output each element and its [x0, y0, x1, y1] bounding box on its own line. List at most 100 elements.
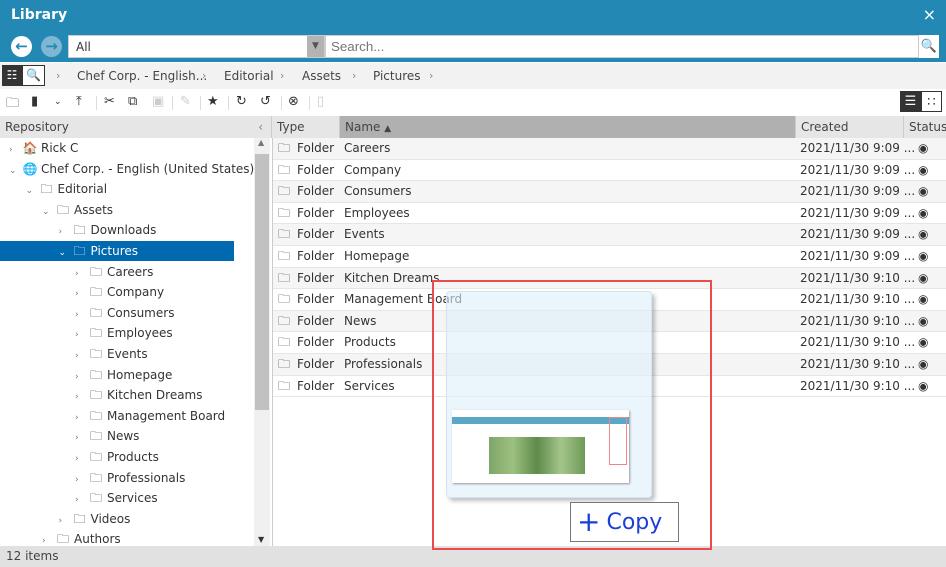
expand-chevron-icon[interactable]: ›	[75, 490, 85, 510]
type-filter-select[interactable]: All ▼	[68, 35, 325, 58]
search-mode-button[interactable]: 🔍	[22, 65, 45, 86]
home-icon: 🏠	[22, 141, 38, 155]
tree-node[interactable]: ⌄ 🗀 Assets	[0, 200, 234, 220]
table-row[interactable]: 🗀 Folder Careers 2021/11/30 9:09 ... ◉	[273, 138, 946, 160]
table-row[interactable]: 🗀 Folder Events 2021/11/30 9:09 ... ◉	[273, 224, 946, 246]
breadcrumb-item[interactable]: Chef Corp. - English...	[77, 69, 207, 83]
name-cell: Homepage	[344, 249, 410, 263]
column-name[interactable]: Name ▲	[340, 116, 796, 138]
tree-node[interactable]: › 🗀 Employees	[0, 323, 234, 343]
expand-chevron-icon[interactable]: ›	[75, 408, 85, 428]
new-content-icon[interactable]: ▮	[31, 94, 38, 109]
expand-chevron-icon[interactable]: ›	[59, 222, 69, 242]
search-input[interactable]	[325, 35, 919, 58]
chevron-down-icon[interactable]: ⌄	[54, 97, 62, 107]
tree-node[interactable]: ⌄ 🗀 Pictures	[0, 241, 234, 261]
expand-chevron-icon[interactable]: ›	[75, 387, 85, 407]
tree-node[interactable]: › 🗀 Authors	[0, 529, 234, 546]
column-status[interactable]: Status	[904, 116, 946, 138]
divider	[96, 96, 97, 110]
expand-chevron-icon[interactable]: ›	[75, 284, 85, 304]
table-row[interactable]: 🗀 Folder Employees 2021/11/30 9:09 ... ◉	[273, 203, 946, 225]
expand-chevron-icon[interactable]: ›	[75, 428, 85, 448]
expand-chevron-icon[interactable]: ›	[75, 264, 85, 284]
folder-icon: 🗀	[89, 491, 102, 506]
cut-icon[interactable]: ✂	[104, 94, 115, 109]
breadcrumb-item[interactable]: Editorial	[224, 69, 274, 83]
expand-chevron-icon[interactable]: ›	[59, 511, 69, 531]
plus-icon: +	[577, 505, 601, 538]
site-icon: 🗀	[40, 182, 53, 197]
tree-node[interactable]: ⌄ 🗀 Editorial	[0, 179, 234, 199]
expand-chevron-icon[interactable]: ›	[75, 449, 85, 469]
paste-icon[interactable]: ▣	[152, 94, 164, 109]
copy-icon[interactable]: ⧉	[128, 94, 137, 109]
table-row[interactable]: 🗀 Folder Homepage 2021/11/30 9:09 ... ◉	[273, 246, 946, 268]
folder-icon: 🗀	[278, 378, 291, 393]
edit-icon[interactable]: ✎	[180, 94, 191, 109]
expand-chevron-icon[interactable]: ›	[75, 367, 85, 387]
toolbar: 🗀 ▮ ⌄ ⤒ ✂ ⧉ ▣ ✎ ★ ↻ ↺ ⊗ ▯ ☰ ∷	[0, 89, 946, 116]
folder-icon: 🗀	[278, 227, 291, 242]
scrollbar-thumb[interactable]	[255, 154, 269, 410]
tree-node[interactable]: › 🗀 Careers	[0, 262, 234, 282]
column-type[interactable]: Type	[272, 116, 340, 138]
column-created[interactable]: Created	[796, 116, 904, 138]
thumbnail-view-icon[interactable]: ∷	[921, 91, 942, 112]
search-icon[interactable]: 🔍	[919, 35, 939, 58]
bookmark-star-icon[interactable]: ★	[207, 94, 219, 109]
tree-node[interactable]: › 🗀 News	[0, 426, 234, 446]
scroll-down-icon[interactable]: ▼	[258, 535, 264, 544]
expand-chevron-icon[interactable]: ⌄	[9, 161, 19, 181]
tree-node[interactable]: › 🗀 Company	[0, 282, 234, 302]
tree-node[interactable]: › 🏠 Rick C	[0, 138, 234, 158]
published-globe-icon: ◉	[918, 357, 929, 371]
scroll-up-icon[interactable]: ▲	[258, 138, 264, 147]
check-in-icon[interactable]: ↻	[236, 94, 247, 109]
new-folder-icon[interactable]: 🗀	[6, 94, 19, 116]
tree-scrollbar[interactable]: ▲ ▼	[254, 138, 270, 546]
tree-node[interactable]: › 🗀 Downloads	[0, 220, 234, 240]
forward-button[interactable]: →	[41, 36, 62, 57]
tree-node[interactable]: › 🗀 Homepage	[0, 365, 234, 385]
expand-chevron-icon[interactable]: ›	[75, 346, 85, 366]
chevron-down-icon[interactable]: ▼	[307, 36, 324, 57]
tree-node[interactable]: › 🗀 Events	[0, 344, 234, 364]
tree-node[interactable]: › 🗀 Consumers	[0, 303, 234, 323]
expand-chevron-icon[interactable]: ⌄	[42, 202, 52, 222]
tree-node-label: News	[107, 429, 140, 444]
table-row[interactable]: 🗀 Folder Company 2021/11/30 9:09 ... ◉	[273, 160, 946, 182]
list-view-icon[interactable]: ☰	[900, 91, 921, 112]
delete-icon[interactable]: ▯	[317, 94, 324, 109]
tree-view-button[interactable]: ☷	[2, 65, 22, 86]
check-out-icon[interactable]: ↺	[260, 94, 271, 109]
tree-node[interactable]: › 🗀 Products	[0, 447, 234, 467]
tree-node[interactable]: › 🗀 Management Board	[0, 406, 234, 426]
table-row[interactable]: 🗀 Folder Consumers 2021/11/30 9:09 ... ◉	[273, 181, 946, 203]
expand-chevron-icon[interactable]: ›	[75, 325, 85, 345]
expand-chevron-icon[interactable]: ⌄	[26, 181, 36, 201]
upload-icon[interactable]: ⤒	[76, 94, 82, 109]
tree-node[interactable]: › 🗀 Kitchen Dreams	[0, 385, 234, 405]
back-button[interactable]: ←	[11, 36, 32, 57]
tree-node[interactable]: ⌄ 🌐 Chef Corp. - English (United States)	[0, 159, 254, 181]
collapse-icon[interactable]: ‹	[258, 120, 263, 134]
breadcrumb-item[interactable]: Pictures	[373, 69, 421, 83]
tree-node[interactable]: › 🗀 Professionals	[0, 468, 234, 488]
folder-icon: 🗀	[89, 326, 102, 341]
name-cell: Services	[344, 378, 395, 393]
tree-node[interactable]: › 🗀 Services	[0, 488, 234, 508]
expand-chevron-icon[interactable]: ›	[75, 470, 85, 490]
breadcrumb-item[interactable]: Assets	[302, 69, 341, 83]
divider	[228, 96, 229, 110]
name-cell: Consumers	[344, 184, 412, 199]
expand-chevron-icon[interactable]: ⌄	[59, 243, 69, 263]
tree-node[interactable]: › 🗀 Videos	[0, 509, 234, 529]
type-cell: Folder	[297, 357, 335, 371]
unpublish-icon[interactable]: ⊗	[288, 94, 299, 109]
expand-chevron-icon[interactable]: ›	[9, 140, 19, 160]
expand-chevron-icon[interactable]: ›	[42, 531, 52, 546]
close-icon[interactable]: ×	[923, 5, 936, 24]
expand-chevron-icon[interactable]: ›	[75, 305, 85, 325]
folder-icon: 🗀	[89, 347, 102, 361]
